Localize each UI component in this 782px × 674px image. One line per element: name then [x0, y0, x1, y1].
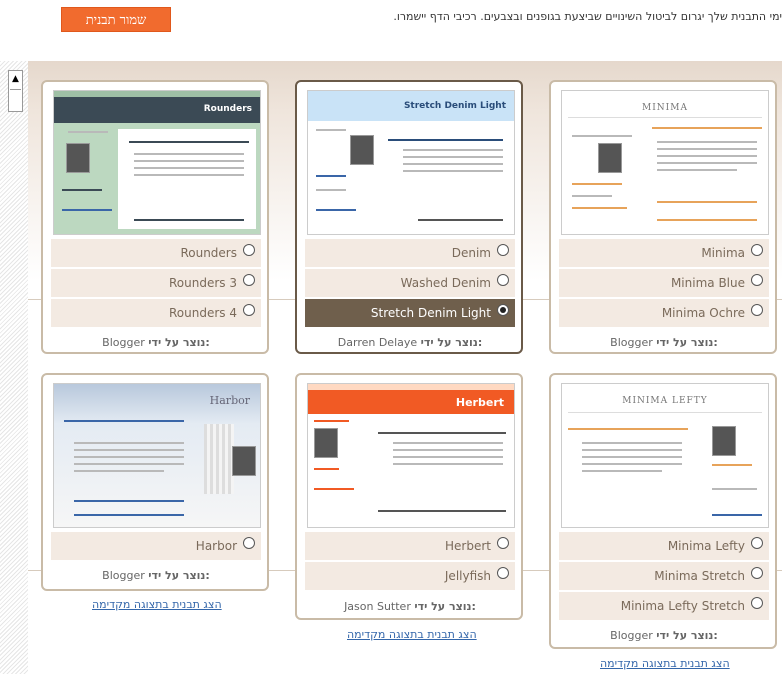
template-card-rounders: Rounders Rounders Rounders 3 Rounders 4 …	[41, 80, 269, 354]
template-thumbnail-stretch-denim[interactable]: Stretch Denim Light	[307, 90, 515, 235]
template-option[interactable]: Minima Lefty	[559, 531, 769, 560]
radio-icon[interactable]	[751, 304, 763, 316]
template-creator: Blogger נוצר על ידי:	[610, 336, 718, 349]
template-option[interactable]: Harbor	[51, 531, 261, 560]
template-creator: Blogger נוצר על ידי:	[102, 569, 210, 582]
radio-icon[interactable]	[497, 567, 509, 579]
template-option[interactable]: Minima Blue	[559, 268, 769, 297]
radio-icon[interactable]	[497, 244, 509, 256]
template-option[interactable]: Minima Stretch	[559, 561, 769, 590]
template-option[interactable]: Minima	[559, 238, 769, 267]
template-creator: Darren Delaye נוצר על ידי:	[337, 336, 483, 349]
template-option[interactable]: Jellyfish	[305, 561, 515, 590]
radio-icon[interactable]	[243, 244, 255, 256]
template-warning-note: ימי התבנית שלך יגרום לביטול השינויים שבי…	[393, 10, 782, 23]
template-card-minima-lefty: MINIMA LEFTY Minima Lefty Minima Stretch…	[549, 373, 777, 649]
template-thumbnail-harbor[interactable]: Harbor	[53, 383, 261, 528]
top-bar: שמור תבנית ימי התבנית שלך יגרום לביטול ה…	[0, 0, 782, 38]
template-option[interactable]: Minima Lefty Stretch	[559, 591, 769, 620]
radio-icon[interactable]	[751, 244, 763, 256]
radio-icon[interactable]	[751, 274, 763, 286]
template-option[interactable]: Denim	[305, 238, 515, 267]
template-card-herbert: Herbert Herbert Jellyfish Jason Sutter נ…	[295, 373, 523, 620]
scroll-gutter	[0, 61, 28, 674]
radio-selected-icon[interactable]	[497, 304, 509, 316]
template-creator: Blogger נוצר על ידי:	[102, 336, 210, 349]
template-option[interactable]: Rounders 3	[51, 268, 261, 297]
radio-icon[interactable]	[243, 537, 255, 549]
template-creator: Jason Sutter נוצר על ידי:	[344, 600, 476, 613]
template-option[interactable]: Washed Denim	[305, 268, 515, 297]
template-card-harbor: Harbor Harbor Blogger נוצר על ידי:	[41, 373, 269, 591]
radio-icon[interactable]	[751, 567, 763, 579]
template-card-stretch-denim: Stretch Denim Light Denim Washed Denim S…	[295, 80, 523, 354]
radio-icon[interactable]	[243, 304, 255, 316]
scrollbar[interactable]: ▲	[8, 70, 23, 112]
radio-icon[interactable]	[497, 274, 509, 286]
template-option[interactable]: Herbert	[305, 531, 515, 560]
template-creator: Blogger נוצר על ידי:	[610, 629, 718, 642]
scroll-up-arrow-icon[interactable]: ▲	[10, 72, 21, 86]
template-thumbnail-minima-lefty[interactable]: MINIMA LEFTY	[561, 383, 769, 528]
preview-template-link[interactable]: הצג תבנית בתצוגה מקדימה	[92, 598, 222, 611]
save-template-button[interactable]: שמור תבנית	[61, 7, 171, 32]
template-card-minima: MINIMA Minima Minima Blue Minima Ochre B…	[549, 80, 777, 354]
preview-template-link[interactable]: הצג תבנית בתצוגה מקדימה	[600, 657, 730, 670]
template-option[interactable]: Minima Ochre	[559, 298, 769, 327]
scroll-thumb[interactable]	[10, 89, 21, 110]
radio-icon[interactable]	[751, 597, 763, 609]
preview-template-link[interactable]: הצג תבנית בתצוגה מקדימה	[347, 628, 477, 641]
template-option[interactable]: Rounders 4	[51, 298, 261, 327]
template-option[interactable]: Rounders	[51, 238, 261, 267]
template-option-selected[interactable]: Stretch Denim Light	[305, 298, 515, 327]
template-thumbnail-minima[interactable]: MINIMA	[561, 90, 769, 235]
template-thumbnail-rounders[interactable]: Rounders	[53, 90, 261, 235]
radio-icon[interactable]	[243, 274, 255, 286]
template-thumbnail-herbert[interactable]: Herbert	[307, 383, 515, 528]
radio-icon[interactable]	[497, 537, 509, 549]
radio-icon[interactable]	[751, 537, 763, 549]
